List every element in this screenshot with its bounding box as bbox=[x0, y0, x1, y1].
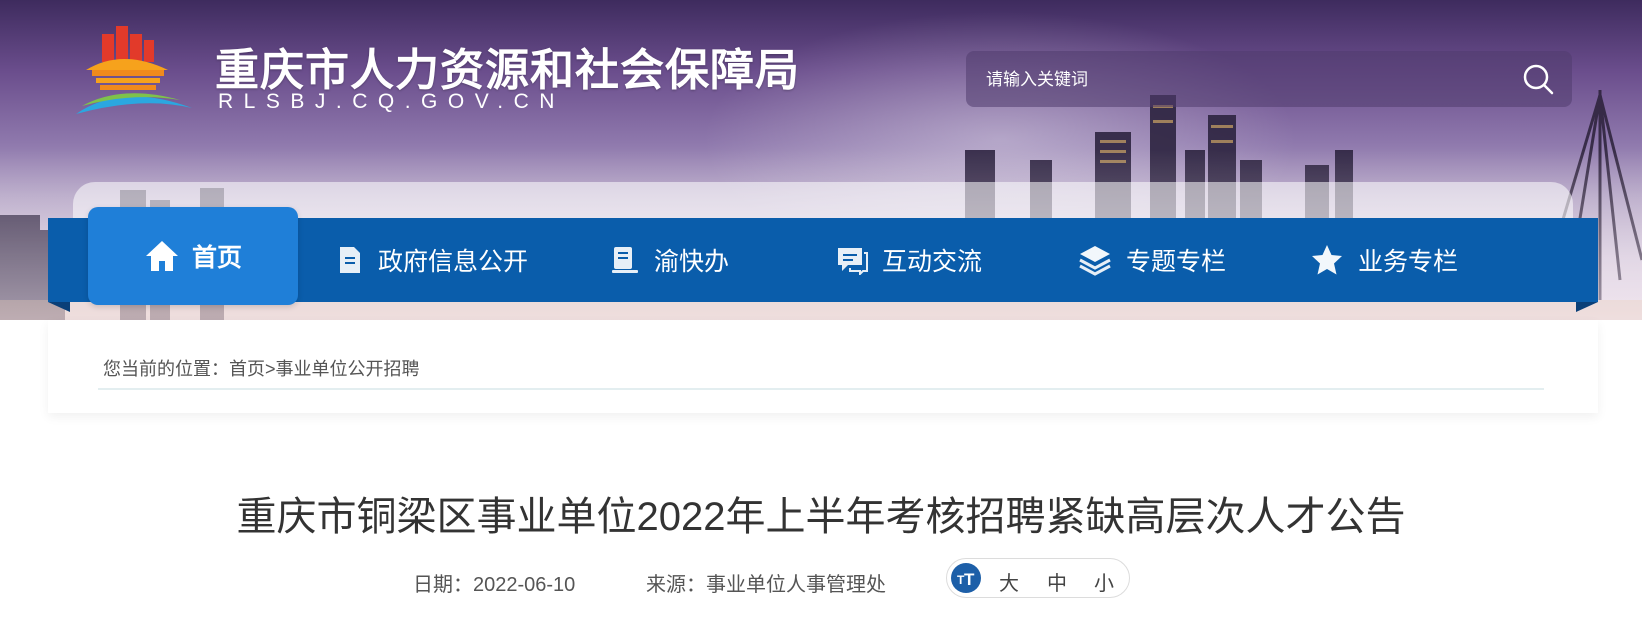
font-size-small[interactable]: 小 bbox=[1094, 567, 1114, 596]
nav-item-label: 互动交流 bbox=[882, 248, 983, 276]
nav-fold-right bbox=[1576, 302, 1598, 312]
home-icon bbox=[145, 241, 178, 271]
nav-fold-left bbox=[48, 302, 70, 312]
book-icon bbox=[612, 247, 638, 273]
nav-item-label: 政府信息公开 bbox=[378, 248, 529, 276]
breadcrumb-prefix: 您当前的位置： bbox=[103, 359, 229, 379]
article-date: 日期：2022-06-10 bbox=[413, 568, 575, 597]
date-label: 日期： bbox=[413, 574, 473, 596]
article-title: 重庆市铜梁区事业单位2022年上半年考核招聘紧缺高层次人才公告 bbox=[236, 495, 1406, 539]
search-box bbox=[966, 51, 1572, 109]
article-source: 来源：事业单位人事管理处 bbox=[646, 568, 886, 597]
search-icon[interactable] bbox=[1522, 63, 1554, 95]
nav-item-label: 渝快办 bbox=[654, 248, 730, 276]
date-value: 2022-06-10 bbox=[473, 574, 576, 596]
font-size-icon: T T bbox=[951, 563, 981, 593]
nav-item-business[interactable]: 业务专栏 bbox=[1310, 218, 1458, 302]
site-title: 重庆市人力资源和社会保障局 bbox=[215, 46, 800, 95]
source-value: 事业单位人事管理处 bbox=[706, 574, 886, 596]
font-size-large[interactable]: 大 bbox=[999, 567, 1019, 596]
nav-item-label: 首页 bbox=[191, 244, 242, 272]
site-domain: RLSBJ.CQ.GOV.CN bbox=[218, 90, 565, 113]
font-size-medium[interactable]: 中 bbox=[1047, 567, 1067, 596]
nav-item-interaction[interactable]: 互动交流 bbox=[836, 218, 982, 302]
breadcrumb: 您当前的位置：首页>事业单位公开招聘 bbox=[103, 355, 420, 381]
nav-item-home[interactable]: 首页 bbox=[88, 207, 298, 305]
bureau-logo bbox=[76, 26, 192, 114]
nav-item-gov-info[interactable]: 政府信息公开 bbox=[336, 218, 528, 302]
source-label: 来源： bbox=[646, 574, 706, 596]
nav-item-yukuaiban[interactable]: 渝快办 bbox=[610, 218, 729, 302]
svg-text:T: T bbox=[964, 570, 975, 589]
layers-icon bbox=[1079, 246, 1111, 276]
breadcrumb-current-link[interactable]: 事业单位公开招聘 bbox=[276, 359, 420, 379]
chat-icon bbox=[838, 248, 868, 275]
nav-item-label: 专题专栏 bbox=[1126, 248, 1227, 276]
nav-item-topics[interactable]: 专题专栏 bbox=[1078, 218, 1226, 302]
star-icon bbox=[1312, 245, 1342, 275]
search-input[interactable] bbox=[984, 51, 1508, 109]
nav-item-label: 业务专栏 bbox=[1358, 248, 1459, 276]
breadcrumb-divider bbox=[98, 388, 1544, 390]
document-icon bbox=[340, 247, 360, 273]
font-size-switcher: T T 大 中 小 bbox=[946, 558, 1130, 598]
breadcrumb-home-link[interactable]: 首页 bbox=[229, 359, 265, 379]
breadcrumb-separator: > bbox=[265, 359, 276, 379]
